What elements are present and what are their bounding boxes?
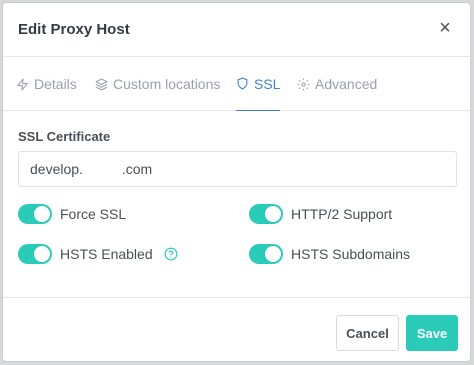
tab-ssl-label: SSL [254,75,281,92]
http2-support-label: HTTP/2 Support [291,206,393,222]
ssl-tab-panel: SSL Certificate Force SSL HTTP/2 Support… [3,112,470,297]
toggle-knob [34,206,50,222]
dialog-title: Edit Proxy Host [18,21,130,38]
layers-icon [95,78,108,90]
hsts-enabled-row: HSTS Enabled [18,244,178,264]
hsts-subdomains-row: HSTS Subdomains [249,244,410,264]
gear-icon [297,78,310,90]
hsts-subdomains-label: HSTS Subdomains [291,246,411,262]
tab-details-label: Details [34,76,77,92]
force-ssl-label: Force SSL [60,206,127,222]
tab-custom-locations-label: Custom locations [113,76,221,92]
save-button[interactable]: Save [406,315,458,351]
dialog-header: Edit Proxy Host × [3,3,470,57]
tab-bar: Details Custom locations SSL Advanced [3,57,470,111]
close-button[interactable]: × [435,17,455,39]
zap-icon [17,78,28,90]
ssl-certificate-select[interactable] [18,151,457,187]
question-circle-icon[interactable] [164,247,178,261]
http2-support-row: HTTP/2 Support [249,204,392,224]
hsts-enabled-label: HSTS Enabled [60,246,153,262]
dialog-footer: Cancel Save [3,297,470,361]
force-ssl-row: Force SSL [18,204,126,224]
cancel-button[interactable]: Cancel [336,315,399,351]
hsts-subdomains-toggle[interactable] [249,244,283,264]
close-icon: × [439,17,451,39]
hsts-enabled-toggle[interactable] [18,244,52,264]
tab-advanced[interactable]: Advanced [297,57,377,111]
shield-icon [237,77,248,90]
toggle-knob [265,206,281,222]
tab-ssl[interactable]: SSL [236,57,281,111]
toggle-knob [34,246,50,262]
force-ssl-toggle[interactable] [18,204,52,224]
tab-advanced-label: Advanced [315,76,378,92]
ssl-certificate-label: SSL Certificate [18,129,111,144]
toggle-knob [265,246,281,262]
edit-proxy-host-dialog: Edit Proxy Host × Details Custom locatio… [2,2,471,362]
http2-support-toggle[interactable] [249,204,283,224]
tab-custom-locations[interactable]: Custom locations [95,57,220,111]
tab-details[interactable]: Details [16,57,77,111]
